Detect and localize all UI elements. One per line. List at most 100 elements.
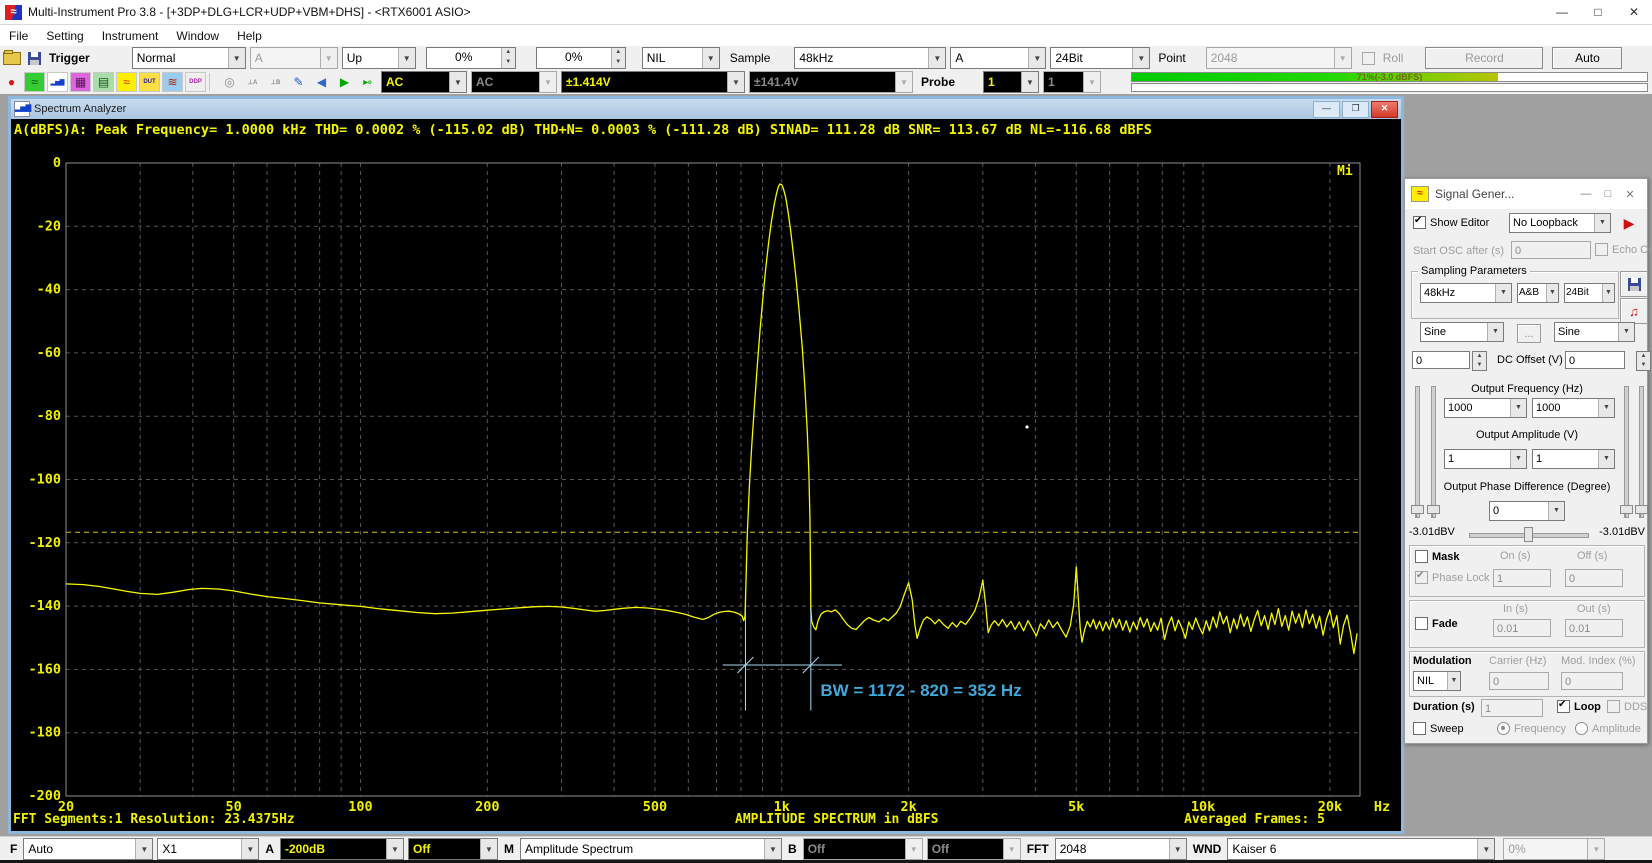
multimeter-icon[interactable]: ▦ — [70, 72, 91, 92]
restore-icon[interactable]: ❐ — [1342, 101, 1369, 118]
dc-offset-b-input[interactable]: 0 — [1565, 351, 1625, 369]
maximize-icon[interactable]: □ — [1597, 188, 1619, 201]
phase-dropdown[interactable]: 0▼ — [1489, 501, 1565, 521]
display-mode-dropdown[interactable]: Amplitude Spectrum▼ — [520, 838, 782, 860]
menu-file[interactable]: File — [0, 29, 37, 43]
open-file-icon[interactable] — [3, 52, 21, 65]
probe-calibration-icon[interactable]: ✎ — [288, 72, 309, 92]
waveform-a-dropdown[interactable]: Sine▼ — [1420, 322, 1504, 342]
label-a-icon[interactable]: ⊥A — [242, 72, 263, 92]
slider-handle[interactable] — [1411, 505, 1424, 514]
ddp-viewer-icon[interactable]: DDP — [185, 72, 206, 92]
trigger-source-dropdown: A▼ — [250, 47, 338, 69]
speaker-icon[interactable]: ◀ — [311, 72, 332, 92]
dc-offset-b-spinner[interactable]: ▲▼ — [1636, 351, 1651, 371]
loop-checkbox[interactable]: Loop — [1557, 700, 1601, 713]
sweep-checkbox[interactable]: Sweep — [1413, 722, 1464, 735]
sweep-icon[interactable]: ≋ — [162, 72, 183, 92]
fft-size-dropdown[interactable]: 2048▼ — [1055, 838, 1187, 860]
device-test-plan-icon[interactable]: DUT — [139, 72, 160, 92]
shift-a-dropdown[interactable]: Off▼ — [408, 838, 498, 860]
run-icon[interactable]: ▶ — [334, 72, 355, 92]
freq-slider-a-right[interactable] — [1431, 386, 1436, 518]
spectrum-analyzer-titlebar[interactable]: ▂▅▇ Spectrum Analyzer — ❐ ✕ — [11, 99, 1401, 119]
menu-help[interactable]: Help — [228, 29, 271, 43]
close-icon[interactable]: ✕ — [1371, 101, 1398, 118]
run-loop-icon[interactable]: ▶o — [357, 72, 378, 92]
probe-label: Probe — [921, 75, 955, 89]
spectrum-analyzer-icon: ▂▅▇ — [14, 101, 30, 117]
frequency-a-dropdown[interactable]: 1000▼ — [1444, 398, 1527, 418]
trigger-edge-dropdown[interactable]: Up▼ — [342, 47, 416, 69]
menu-instrument[interactable]: Instrument — [93, 29, 168, 43]
gen-bits-dropdown[interactable]: 24Bit▼ — [1564, 283, 1615, 303]
amplitude-a-dropdown[interactable]: 1▼ — [1444, 449, 1527, 469]
freq-axis-dropdown[interactable]: Auto▼ — [23, 838, 153, 860]
show-editor-checkbox[interactable]: Show Editor — [1413, 216, 1489, 229]
slider-handle[interactable] — [1620, 505, 1633, 514]
window-function-dropdown[interactable]: Kaiser 6▼ — [1227, 838, 1495, 860]
bell-icon[interactable]: ◎ — [219, 72, 240, 92]
zoom-dropdown[interactable]: X1▼ — [157, 838, 259, 860]
balance-slider-handle[interactable] — [1524, 527, 1533, 542]
gen-channels-dropdown[interactable]: A&B▼ — [1517, 283, 1559, 303]
range-a-dropdown[interactable]: ±1.414V▼ — [561, 71, 745, 93]
label-b-icon[interactable]: ⊥B — [265, 72, 286, 92]
fade-checkbox[interactable]: Fade — [1415, 617, 1458, 630]
auto-button[interactable]: Auto — [1552, 47, 1622, 69]
range-a-display-dropdown[interactable]: -200dB▼ — [280, 838, 404, 860]
waveform-b-dropdown[interactable]: Sine▼ — [1554, 322, 1635, 342]
trigger-frequency-dropdown[interactable]: NIL▼ — [642, 47, 720, 69]
sample-rate-dropdown[interactable]: 48kHz▼ — [794, 47, 946, 69]
save-file-icon[interactable] — [28, 52, 41, 65]
amplitude-b-dropdown[interactable]: 1▼ — [1532, 449, 1615, 469]
more-waveforms-button[interactable]: ... — [1517, 324, 1541, 343]
sample-channel-dropdown[interactable]: A▼ — [950, 47, 1046, 69]
trigger-mode-dropdown[interactable]: Normal▼ — [132, 47, 246, 69]
freq-slider-b-left[interactable] — [1624, 386, 1629, 518]
gen-sample-rate-dropdown[interactable]: 48kHz▼ — [1420, 283, 1512, 303]
trigger-level-spinner[interactable]: 0%▲▼ — [426, 47, 516, 69]
slider-handle[interactable] — [1427, 505, 1440, 514]
y-tick-label: 0 — [53, 155, 61, 171]
loopback-dropdown[interactable]: No Loopback▼ — [1509, 213, 1611, 233]
start-osc-label: Start OSC after (s) — [1413, 245, 1504, 257]
maximize-button[interactable]: □ — [1580, 0, 1616, 24]
probe-a-dropdown[interactable]: 1▼ — [983, 71, 1039, 93]
minimize-icon[interactable]: — — [1575, 188, 1597, 201]
spectrum-chart[interactable]: 0-20-40-60-80-100-120-140-160-180-200205… — [11, 141, 1401, 831]
generator-play-button[interactable]: ▶ — [1617, 213, 1641, 233]
record-icon[interactable]: ● — [1, 72, 22, 92]
minimize-icon[interactable]: — — [1313, 101, 1340, 118]
spectrum-analyzer-icon[interactable]: ▂▅▇ — [47, 72, 68, 92]
signal-generator-titlebar[interactable]: ≈ Signal Gener... — □ ✕ — [1405, 179, 1647, 209]
freq-slider-a-left[interactable] — [1415, 386, 1420, 518]
sample-bits-dropdown[interactable]: 24Bit▼ — [1050, 47, 1150, 69]
coupling-a-dropdown[interactable]: AC▼ — [381, 71, 467, 93]
frequency-b-dropdown[interactable]: 1000▼ — [1532, 398, 1615, 418]
dbv-left-label: -3.01dBV — [1409, 526, 1455, 538]
close-icon[interactable]: ✕ — [1619, 188, 1641, 201]
dc-offset-a-input[interactable]: 0 — [1412, 351, 1470, 369]
sampling-parameters-label: Sampling Parameters — [1418, 265, 1530, 277]
data-logger-icon[interactable]: ▤ — [93, 72, 114, 92]
slider-handle[interactable] — [1635, 505, 1648, 514]
chevron-down-icon: ▼ — [928, 48, 945, 68]
spectrum-plot[interactable]: 0-20-40-60-80-100-120-140-160-180-200205… — [11, 141, 1401, 831]
oscilloscope-icon[interactable]: ≈ — [24, 72, 45, 92]
trigger-delay-spinner[interactable]: 0%▲▼ — [536, 47, 626, 69]
mask-checkbox[interactable]: Mask — [1415, 550, 1460, 563]
y-tick-label: -80 — [37, 408, 61, 424]
menu-window[interactable]: Window — [167, 29, 228, 43]
menu-setting[interactable]: Setting — [37, 29, 92, 43]
range-b-display-dropdown: Off▼ — [803, 838, 923, 860]
signal-generator-icon[interactable]: ≈ — [116, 72, 137, 92]
music-note-button[interactable]: ♫ — [1620, 298, 1648, 324]
chevron-down-icon: ▼ — [398, 48, 415, 68]
modulation-dropdown[interactable]: NIL▼ — [1413, 671, 1461, 691]
freq-slider-b-right[interactable] — [1639, 386, 1644, 518]
save-signal-button[interactable] — [1620, 271, 1648, 297]
minimize-button[interactable]: — — [1544, 0, 1580, 24]
dc-offset-a-spinner[interactable]: ▲▼ — [1472, 351, 1487, 371]
close-button[interactable]: ✕ — [1616, 0, 1652, 24]
